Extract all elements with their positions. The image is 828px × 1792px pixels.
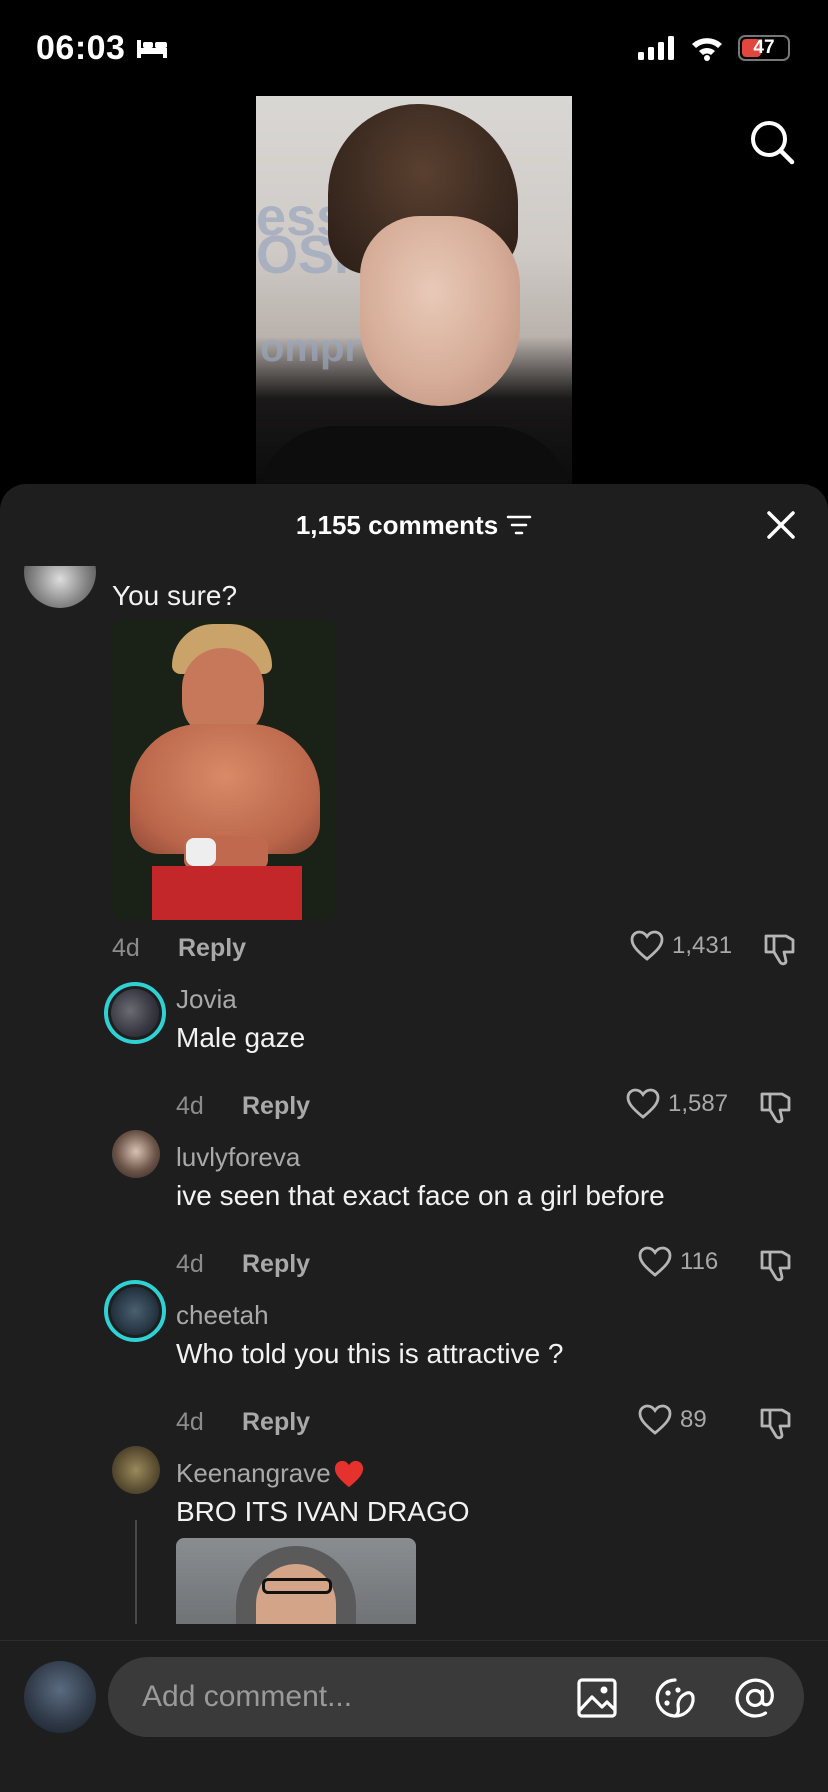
battery-icon: 47 bbox=[738, 35, 790, 61]
reply-button[interactable]: Reply bbox=[242, 1408, 310, 1437]
reply-button[interactable]: Reply bbox=[242, 1250, 310, 1279]
wifi-icon bbox=[692, 38, 722, 61]
like-count: 1,587 bbox=[668, 1090, 729, 1117]
avatar[interactable] bbox=[24, 566, 96, 608]
like-count: 1,431 bbox=[672, 932, 733, 959]
comment-username[interactable]: cheetah bbox=[176, 1300, 269, 1331]
battery-level: 47 bbox=[753, 37, 775, 58]
avatar[interactable] bbox=[112, 1130, 160, 1178]
heart-emoji-icon bbox=[334, 1460, 363, 1487]
dislike-icon[interactable] bbox=[758, 1090, 794, 1126]
comment-input[interactable]: Add comment... bbox=[108, 1657, 804, 1737]
dislike-icon[interactable] bbox=[758, 1406, 794, 1442]
heart-icon bbox=[626, 1088, 660, 1119]
like-button[interactable]: 1,587 bbox=[626, 1088, 728, 1120]
comment-age: 4d bbox=[176, 1408, 204, 1436]
video-preview[interactable]: essi OSI ompr bbox=[256, 96, 572, 484]
comments-count: 1,155 comments bbox=[295, 509, 499, 540]
avatar[interactable] bbox=[104, 982, 166, 1044]
like-button[interactable]: 89 bbox=[638, 1404, 707, 1436]
comment-text: Who told you this is attractive ? bbox=[176, 1338, 564, 1369]
close-icon bbox=[767, 511, 795, 539]
status-bar: 06:03 47 bbox=[0, 0, 828, 96]
avatar[interactable] bbox=[104, 1280, 166, 1342]
thread-line bbox=[135, 1520, 137, 1624]
comment-image[interactable] bbox=[176, 1538, 416, 1624]
reply-button[interactable]: Reply bbox=[178, 934, 246, 963]
time-label: 06:03 bbox=[36, 28, 126, 67]
comments-sheet: 1,155 comments You sure? 4d Reply 1,431 … bbox=[0, 484, 828, 1792]
like-count: 116 bbox=[680, 1248, 719, 1275]
dislike-icon[interactable] bbox=[758, 1248, 794, 1284]
search-icon bbox=[751, 121, 795, 165]
username-label: Keenangrave bbox=[176, 1458, 331, 1488]
comment-username[interactable]: luvlyforeva bbox=[176, 1142, 300, 1173]
comment-username[interactable]: Keenangrave bbox=[176, 1458, 365, 1489]
sticker-icon[interactable] bbox=[654, 1677, 696, 1719]
signal-icon bbox=[638, 36, 674, 60]
like-button[interactable]: 116 bbox=[638, 1246, 718, 1278]
avatar[interactable] bbox=[112, 1446, 160, 1494]
my-avatar[interactable] bbox=[24, 1661, 96, 1733]
comment-input-placeholder: Add comment... bbox=[142, 1680, 353, 1713]
comment-text: You sure? bbox=[112, 580, 238, 611]
comment-text: Male gaze bbox=[176, 1022, 306, 1053]
comment-age: 4d bbox=[176, 1250, 204, 1278]
heart-icon bbox=[630, 930, 664, 961]
search-button[interactable] bbox=[746, 116, 798, 168]
sleep-icon bbox=[137, 40, 168, 58]
comment-age: 4d bbox=[176, 1092, 204, 1120]
heart-icon bbox=[638, 1246, 672, 1277]
comment-text: BRO ITS IVAN DRAGO bbox=[176, 1496, 470, 1527]
like-button[interactable]: 1,431 bbox=[630, 930, 732, 962]
image-icon[interactable] bbox=[576, 1677, 618, 1719]
comment-image[interactable] bbox=[112, 620, 336, 920]
comments-list[interactable]: You sure? 4d Reply 1,431 Jovia Male gaze… bbox=[0, 566, 828, 1624]
heart-icon bbox=[638, 1404, 672, 1435]
comment-username[interactable]: Jovia bbox=[176, 984, 237, 1015]
comment-age: 4d bbox=[112, 934, 140, 962]
status-icons: 47 bbox=[638, 35, 790, 61]
comment-composer: Add comment... bbox=[0, 1640, 828, 1792]
mention-icon[interactable] bbox=[734, 1677, 776, 1719]
comments-header: 1,155 comments bbox=[0, 484, 828, 566]
comment-text: ive seen that exact face on a girl befor… bbox=[176, 1180, 665, 1211]
dislike-icon[interactable] bbox=[762, 932, 798, 968]
like-count: 89 bbox=[680, 1406, 707, 1433]
reply-button[interactable]: Reply bbox=[242, 1092, 310, 1121]
sort-icon[interactable] bbox=[506, 514, 532, 536]
close-button[interactable] bbox=[760, 504, 802, 546]
status-time: 06:03 bbox=[36, 29, 169, 68]
